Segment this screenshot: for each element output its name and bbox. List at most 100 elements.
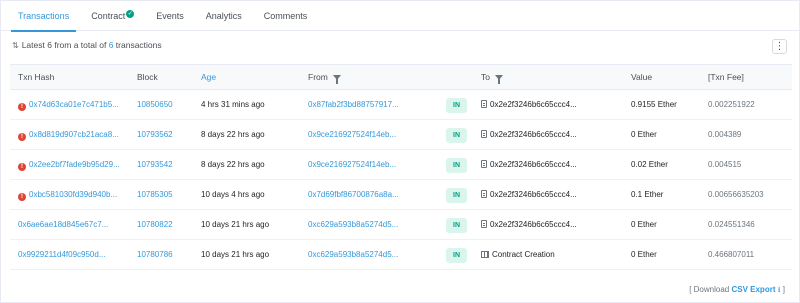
from-address-link[interactable]: 0xc629a593b8a5274d5... xyxy=(308,240,442,269)
csv-export-link[interactable]: CSV Export xyxy=(731,285,775,294)
age-text: 10 days 21 hrs ago xyxy=(201,250,270,259)
txn-hash-link[interactable]: 0xbc581030fd39d940b... xyxy=(29,190,117,199)
table-row: 0x6ae6ae18d845e67c7... 10780822 10 days 21… xyxy=(10,210,792,240)
value-text: 0.9155 Ether xyxy=(631,100,677,109)
to-cell: 0x2e2f3246b6c65ccc4... xyxy=(481,120,627,149)
from-address-link[interactable]: 0x7d69fbf86700876a8a... xyxy=(308,180,442,209)
table-row: ! 0x2ee2bf7fade9b95d29... 10793542 8 days 2… xyxy=(10,150,792,180)
table-header: Txn Hash Block Age From To Value [Txn Fe… xyxy=(10,64,792,90)
age-text: 4 hrs 31 mins ago xyxy=(201,100,265,109)
value-text: 0 Ether xyxy=(631,220,657,229)
tab-transactions[interactable]: Transactions xyxy=(7,1,80,32)
direction-in-badge: IN xyxy=(446,98,467,113)
to-address-link[interactable]: 0x2e2f3246b6c65ccc4... xyxy=(490,220,577,229)
contract-icon xyxy=(481,130,487,138)
txn-hash-link[interactable]: 0x2ee2bf7fade9b95d29... xyxy=(29,160,120,169)
more-options-button[interactable]: ⋮ xyxy=(772,39,787,54)
txn-hash-link[interactable]: 0x8d819d907cb21aca8... xyxy=(29,130,119,139)
value-text: 0.02 Ether xyxy=(631,160,668,169)
from-address-link[interactable]: 0x87fab2f3bd88757917... xyxy=(308,90,442,119)
txn-hash-link[interactable]: 0x74d63ca01e7c471b5... xyxy=(29,100,119,109)
header-txn-hash: Txn Hash xyxy=(18,72,55,82)
summary-shown-count: 6 xyxy=(47,40,52,50)
table-row: ! 0x8d819d907cb21aca8... 10793562 8 days 22… xyxy=(10,120,792,150)
filter-to-icon[interactable] xyxy=(494,75,503,84)
to-cell: 0x2e2f3246b6c65ccc4... xyxy=(481,180,627,209)
txn-fee-text: 0.004515 xyxy=(708,160,742,169)
to-address-link[interactable]: 0x2e2f3246b6c65ccc4... xyxy=(490,190,577,199)
txn-hash-cell: ! 0x8d819d907cb21aca8... xyxy=(18,120,136,149)
block-link[interactable]: 10793542 xyxy=(137,150,197,179)
header-to-label: To xyxy=(481,72,490,82)
header-from-label: From xyxy=(308,72,328,82)
txn-hash-cell: 0x6ae6ae18d845e67c7... xyxy=(18,210,136,239)
txn-fee-text: 0.466807011 xyxy=(708,250,755,259)
table-row: ! 0xbc581030fd39d940b... 10785305 10 days 4… xyxy=(10,180,792,210)
download-footer: [ Download CSV Export ⭳ ] xyxy=(689,284,785,298)
header-block: Block xyxy=(137,72,158,82)
direction-in-badge: IN xyxy=(446,128,467,143)
age-text: 8 days 22 hrs ago xyxy=(201,130,265,139)
summary-total-count[interactable]: 6 xyxy=(109,40,114,50)
txn-fee-text: 0.024551346 xyxy=(708,220,755,229)
footer-close: ] xyxy=(782,285,785,294)
value-text: 0.1 Ether xyxy=(631,190,664,199)
tab-bar: Transactions Contract ✓ Events Analytics … xyxy=(1,1,800,32)
to-cell: 0x2e2f3246b6c65ccc4... xyxy=(481,210,627,239)
block-link[interactable]: 10785305 xyxy=(137,180,197,209)
from-address-link[interactable]: 0x9ce216927524f14eb... xyxy=(308,120,442,149)
block-link[interactable]: 10780786 xyxy=(137,240,197,269)
header-value: Value xyxy=(631,72,653,82)
header-txn-fee[interactable]: [Txn Fee] xyxy=(708,65,744,90)
tab-label: Transactions xyxy=(18,10,70,21)
tab-label: Comments xyxy=(263,10,308,21)
txn-hash-link[interactable]: 0x6ae6ae18d845e67c7... xyxy=(18,220,108,229)
txn-hash-cell: 0x9929211d4f09c950d... xyxy=(18,240,136,269)
summary-prefix: Latest xyxy=(21,40,45,50)
txn-fee-text: 0.00656635203 xyxy=(708,190,764,199)
header-to: To xyxy=(481,65,503,90)
value-text: 0 Ether xyxy=(631,250,657,259)
contract-icon xyxy=(481,100,487,108)
verified-check-icon: ✓ xyxy=(126,9,135,18)
block-link[interactable]: 10793562 xyxy=(137,120,197,149)
from-address-link[interactable]: 0xc629a593b8a5274d5... xyxy=(308,210,442,239)
tab-events[interactable]: Events xyxy=(145,1,195,31)
footer-open: [ Download xyxy=(689,285,730,294)
block-link[interactable]: 10780822 xyxy=(137,210,197,239)
tab-analytics[interactable]: Analytics xyxy=(195,1,253,31)
tab-label: Events xyxy=(156,10,184,21)
tab-label: Contract xyxy=(91,10,126,21)
contract-icon xyxy=(481,220,487,228)
direction-in-badge: IN xyxy=(446,248,467,263)
header-age[interactable]: Age xyxy=(201,65,216,90)
filter-from-icon[interactable] xyxy=(332,75,341,84)
txn-hash-cell: ! 0xbc581030fd39d940b... xyxy=(18,180,136,209)
to-address-link[interactable]: 0x2e2f3246b6c65ccc4... xyxy=(490,160,577,169)
to-cell: 0x2e2f3246b6c65ccc4... xyxy=(481,150,627,179)
from-address-link[interactable]: 0x9ce216927524f14eb... xyxy=(308,150,442,179)
tab-comments[interactable]: Comments xyxy=(253,1,319,31)
to-address-link[interactable]: 0x2e2f3246b6c65ccc4... xyxy=(490,100,577,109)
summary-middle: from a total of xyxy=(54,40,107,50)
to-cell: 0x2e2f3246b6c65ccc4... xyxy=(481,90,627,119)
error-icon: ! xyxy=(18,163,26,171)
txn-hash-link[interactable]: 0x9929211d4f09c950d... xyxy=(18,250,105,259)
value-text: 0 Ether xyxy=(631,130,657,139)
table-row: 0x9929211d4f09c950d... 10780786 10 days 21… xyxy=(10,240,792,270)
direction-in-badge: IN xyxy=(446,218,467,233)
block-link[interactable]: 10850650 xyxy=(137,90,197,119)
txn-hash-cell: ! 0x2ee2bf7fade9b95d29... xyxy=(18,150,136,179)
to-address-link[interactable]: 0x2e2f3246b6c65ccc4... xyxy=(490,130,577,139)
error-icon: ! xyxy=(18,103,26,111)
error-icon: ! xyxy=(18,193,26,201)
txn-fee-text: 0.002251922 xyxy=(708,100,755,109)
download-icon[interactable]: ⭳ xyxy=(778,285,781,294)
contract-creation-icon xyxy=(481,251,489,258)
direction-in-badge: IN xyxy=(446,158,467,173)
sort-icon: ⇅ xyxy=(12,41,19,50)
error-icon: ! xyxy=(18,133,26,141)
tab-contract[interactable]: Contract ✓ xyxy=(80,1,145,31)
tab-label: Analytics xyxy=(205,10,242,21)
age-text: 10 days 4 hrs ago xyxy=(201,190,265,199)
